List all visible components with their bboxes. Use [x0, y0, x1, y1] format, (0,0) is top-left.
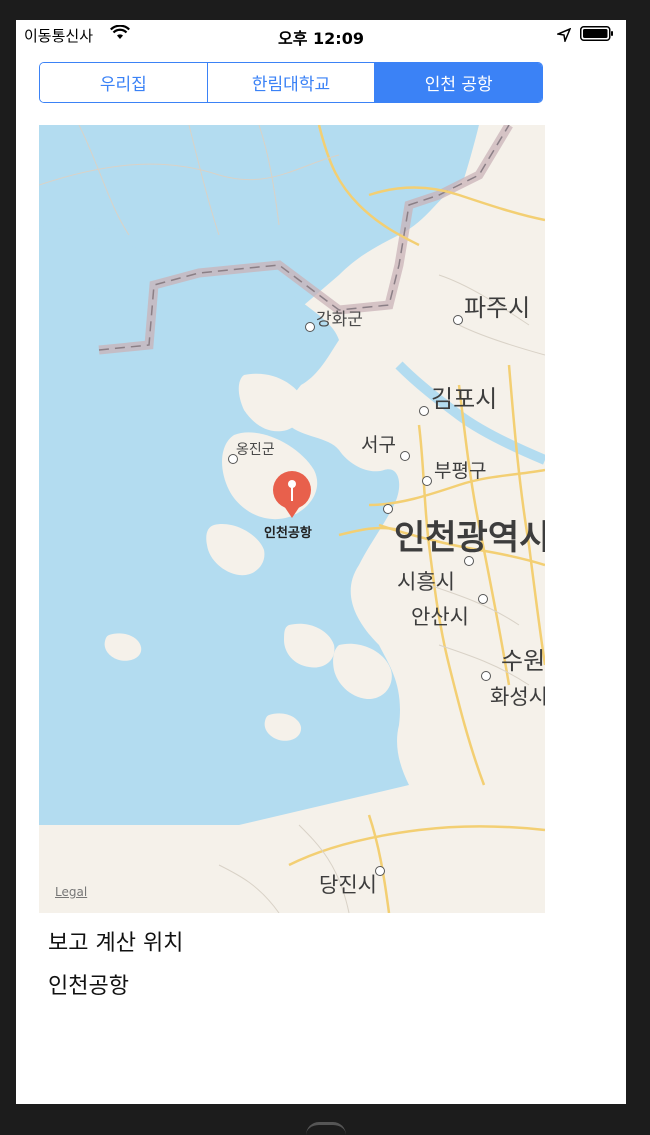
map-label-gimpo: 김포시: [431, 385, 498, 413]
ganghwa-dot: [305, 322, 315, 332]
gimpo-dot: [419, 406, 429, 416]
map-label-ongjin: 옹진군: [236, 442, 275, 458]
map-label-incheon-city: 인천광역시: [394, 518, 545, 558]
clock: 오후 12:09: [278, 29, 364, 48]
map-label-hwaseong: 화성시: [490, 685, 545, 709]
home-indicator: [306, 1122, 346, 1135]
map-label-bupyeong: 부평구: [434, 460, 487, 482]
segment-home[interactable]: 우리집: [40, 63, 207, 102]
map-label-paju: 파주시: [464, 294, 531, 322]
location-arrow-icon: [555, 27, 572, 46]
map-label-siheung: 시흥시: [397, 570, 455, 594]
suwon-dot: [481, 671, 491, 681]
status-bar: 이동통신사 오후 12:09: [16, 20, 626, 50]
app-screen: 이동통신사 오후 12:09 우리집 한림대학교 인천 공항 강화군 파주시 김…: [16, 20, 626, 1104]
map-label-dangjin: 당진시: [319, 873, 377, 897]
segment-incheon-airport[interactable]: 인천 공항: [374, 63, 542, 102]
bupyeong-dot: [422, 476, 432, 486]
info-title: 보고 계산 위치: [48, 931, 184, 956]
map-label-suwon: 수원: [501, 647, 545, 675]
paju-dot: [453, 315, 463, 325]
segment-hallym-university[interactable]: 한림대학교: [206, 63, 375, 102]
map-pin-label: 인천공항: [264, 526, 312, 541]
map-label-ansan: 안산시: [411, 605, 469, 629]
location-segmented-control[interactable]: 우리집 한림대학교 인천 공항: [39, 62, 543, 103]
info-location: 인천공항: [48, 974, 129, 999]
map-legal-link[interactable]: Legal: [55, 885, 87, 899]
map-view[interactable]: 강화군 파주시 김포시 옹진군 서구 부평구 인천광역시 시흥시 안산시 수원 …: [39, 125, 545, 913]
incheon-city-dot: [383, 504, 393, 514]
map-label-ganghwa: 강화군: [316, 310, 363, 330]
battery-icon: [580, 26, 614, 41]
seogu-dot: [400, 451, 410, 461]
ansan-dot: [478, 594, 488, 604]
map-label-seogu: 서구: [361, 434, 396, 456]
